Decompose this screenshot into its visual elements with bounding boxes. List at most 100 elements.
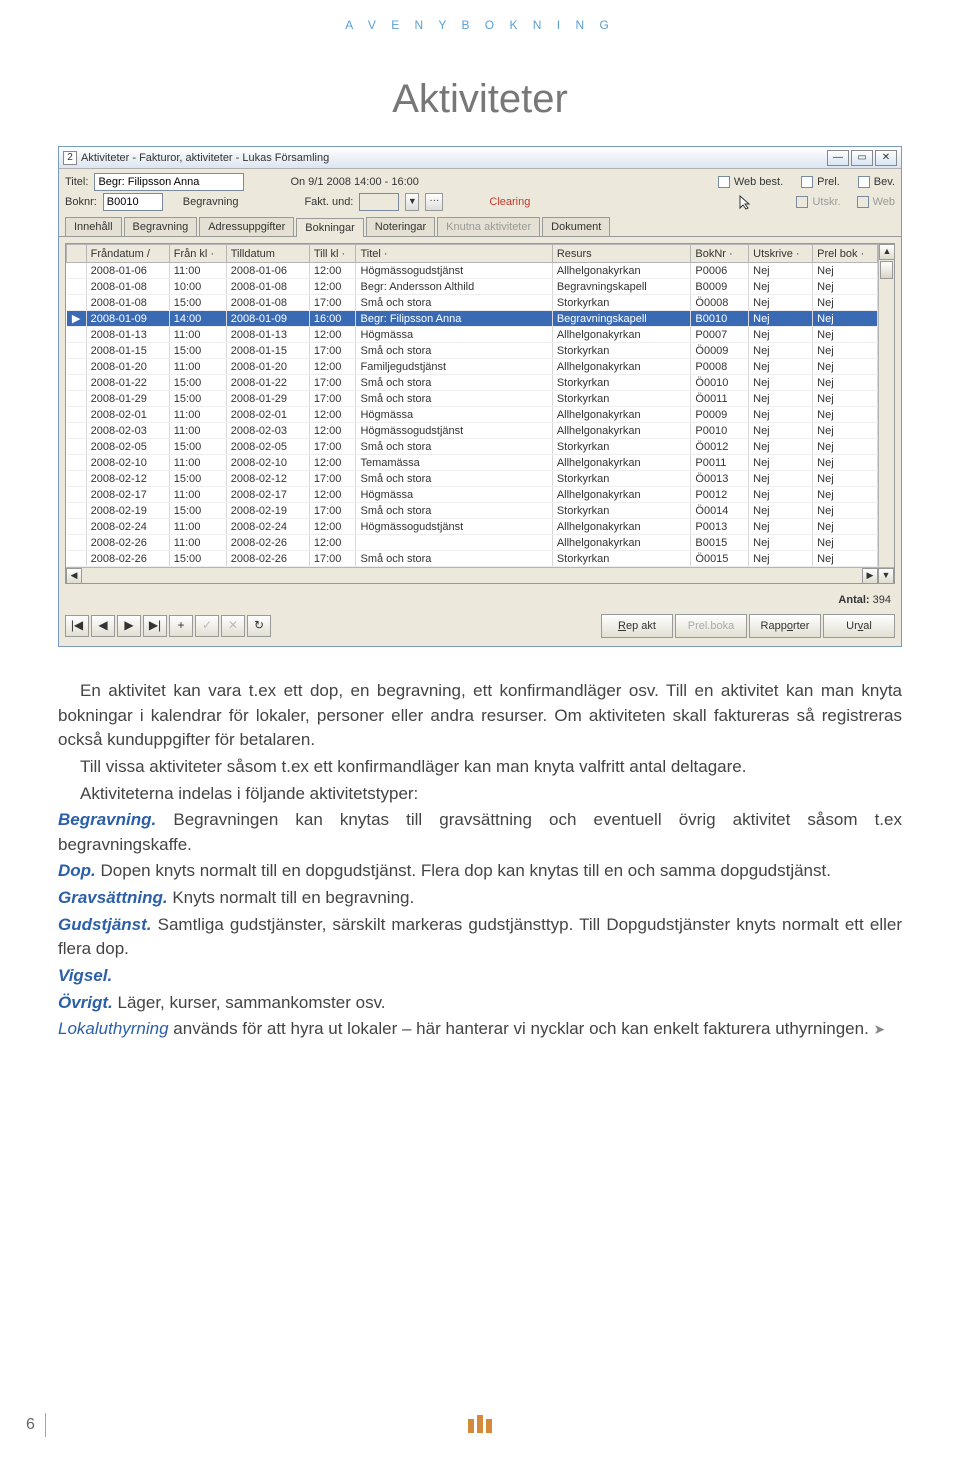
table-row[interactable]: 2008-02-2615:002008-02-2617:00Små och st…: [67, 551, 878, 567]
utskr-checkbox: [796, 196, 808, 208]
nav-refresh[interactable]: ↻: [247, 615, 271, 637]
app-window: 2 Aktiviteter - Fakturor, aktiviteter - …: [58, 146, 902, 647]
web-checkbox: [857, 196, 869, 208]
table-row[interactable]: 2008-02-1915:002008-02-1917:00Små och st…: [67, 503, 878, 519]
footer-divider: [45, 1413, 46, 1437]
table-row[interactable]: 2008-02-0111:002008-02-0112:00HögmässaAl…: [67, 407, 878, 423]
table-row[interactable]: 2008-02-0515:002008-02-0517:00Små och st…: [67, 439, 878, 455]
tab-innehåll[interactable]: Innehåll: [65, 217, 122, 236]
web-label: Web: [873, 196, 895, 208]
nav-last[interactable]: ▶|: [143, 615, 167, 637]
titel-label: Titel:: [65, 176, 88, 188]
webbest-checkbox[interactable]: [718, 176, 730, 188]
urval-button[interactable]: Urval: [823, 614, 895, 638]
maximize-button[interactable]: ▭: [851, 150, 873, 166]
column-header[interactable]: BokNr ·: [691, 245, 749, 263]
table-row[interactable]: 2008-02-1711:002008-02-1712:00HögmässaAl…: [67, 487, 878, 503]
window-title: Aktiviteter - Fakturor, aktiviteter - Lu…: [81, 152, 827, 164]
boknr-text: Begravning: [183, 196, 239, 208]
table-row[interactable]: 2008-02-2611:002008-02-2612:00Allhelgona…: [67, 535, 878, 551]
column-header[interactable]: Från kl ·: [169, 245, 226, 263]
data-grid: Fråndatum /Från kl ·TilldatumTill kl ·Ti…: [65, 243, 895, 584]
utskr-label: Utskr.: [812, 196, 840, 208]
prel-label: Prel.: [817, 176, 840, 188]
repakt-button[interactable]: Rep akt: [601, 614, 673, 638]
table-row[interactable]: 2008-01-2011:002008-01-2012:00Familjegud…: [67, 359, 878, 375]
page-header: A V E N Y B O K N I N G: [0, 0, 960, 32]
tab-knutna-aktiviteter: Knutna aktiviteter: [437, 217, 540, 236]
table-row[interactable]: 2008-01-1515:002008-01-1517:00Små och st…: [67, 343, 878, 359]
clearing-label: Clearing: [489, 196, 530, 208]
logo-icon: [466, 1413, 494, 1437]
term: Vigsel.: [58, 966, 112, 985]
nav-first[interactable]: |◀: [65, 615, 89, 637]
table-row[interactable]: 2008-01-2915:002008-01-2917:00Små och st…: [67, 391, 878, 407]
paragraph: Aktiviteterna indelas i följande aktivit…: [58, 782, 902, 807]
rapporter-button[interactable]: Rapporter: [749, 614, 821, 638]
paragraph: Till vissa aktiviteter såsom t.ex ett ko…: [58, 755, 902, 780]
tab-bokningar[interactable]: Bokningar: [296, 218, 364, 237]
date-label: On 9/1 2008 14:00 - 16:00: [290, 176, 418, 188]
webbest-label: Web best.: [734, 176, 783, 188]
tab-dokument[interactable]: Dokument: [542, 217, 610, 236]
table-row[interactable]: 2008-02-2411:002008-02-2412:00Högmässogu…: [67, 519, 878, 535]
table-row[interactable]: 2008-01-0810:002008-01-0812:00Begr: Ande…: [67, 279, 878, 295]
horizontal-scrollbar[interactable]: ◀ ▶ ▼: [66, 567, 894, 583]
arrow-icon: ➤: [874, 1021, 886, 1037]
term: Gravsättning.: [58, 888, 168, 907]
scroll-right-button[interactable]: ▶: [862, 568, 878, 584]
faktund-input[interactable]: [359, 193, 399, 211]
table-row[interactable]: 2008-01-0815:002008-01-0817:00Små och st…: [67, 295, 878, 311]
titel-input[interactable]: [94, 173, 244, 191]
column-header[interactable]: Prel bok ·: [813, 245, 878, 263]
column-header[interactable]: Titel ·: [356, 245, 552, 263]
faktund-dropdown[interactable]: ▼: [405, 193, 419, 211]
page-number: 6: [26, 1416, 35, 1434]
table-row[interactable]: 2008-02-0311:002008-02-0312:00Högmässogu…: [67, 423, 878, 439]
close-button[interactable]: ✕: [875, 150, 897, 166]
paragraph: En aktivitet kan vara t.ex ett dop, en b…: [58, 679, 902, 753]
nav-delete: ✕: [221, 615, 245, 637]
column-header[interactable]: Till kl ·: [309, 245, 356, 263]
bookings-table[interactable]: Fråndatum /Från kl ·TilldatumTill kl ·Ti…: [66, 244, 878, 567]
column-header[interactable]: Tilldatum: [226, 245, 309, 263]
table-row[interactable]: 2008-02-1215:002008-02-1217:00Små och st…: [67, 471, 878, 487]
scroll-left-button[interactable]: ◀: [66, 568, 82, 584]
term: Gudstjänst.: [58, 915, 152, 934]
bev-label: Bev.: [874, 176, 895, 188]
navigator-bar: |◀ ◀ ▶ ▶| + ✓ ✕ ↻ Rep akt Prel.boka Rapp…: [59, 610, 901, 646]
minimize-button[interactable]: ―: [827, 150, 849, 166]
scroll-thumb[interactable]: [880, 261, 893, 279]
page-title: Aktiviteter: [0, 77, 960, 122]
table-row[interactable]: ▶2008-01-0914:002008-01-0916:00Begr: Fil…: [67, 311, 878, 327]
nav-prev[interactable]: ◀: [91, 615, 115, 637]
term: Övrigt.: [58, 993, 113, 1012]
table-row[interactable]: 2008-01-1311:002008-01-1312:00HögmässaAl…: [67, 327, 878, 343]
column-header[interactable]: Resurs: [552, 245, 691, 263]
window-icon: 2: [63, 151, 77, 165]
cursor-icon: [738, 194, 754, 210]
vertical-scrollbar[interactable]: ▲: [878, 244, 894, 567]
table-row[interactable]: 2008-01-0611:002008-01-0612:00Högmässogu…: [67, 263, 878, 279]
faktund-label: Fakt. und:: [304, 196, 353, 208]
scroll-down-button[interactable]: ▼: [878, 568, 894, 584]
column-header[interactable]: Fråndatum /: [86, 245, 169, 263]
prel-checkbox[interactable]: [801, 176, 813, 188]
nav-add[interactable]: +: [169, 615, 193, 637]
boknr-label: Boknr:: [65, 196, 97, 208]
tab-adressuppgifter[interactable]: Adressuppgifter: [199, 217, 294, 236]
term: Begravning.: [58, 810, 156, 829]
tabs: InnehållBegravningAdressuppgifterBokning…: [59, 217, 901, 237]
nav-confirm: ✓: [195, 615, 219, 637]
tab-noteringar[interactable]: Noteringar: [366, 217, 435, 236]
scroll-up-button[interactable]: ▲: [879, 244, 895, 260]
table-row[interactable]: 2008-02-1011:002008-02-1012:00TemamässaA…: [67, 455, 878, 471]
column-header[interactable]: Utskrive ·: [749, 245, 813, 263]
nav-next[interactable]: ▶: [117, 615, 141, 637]
bev-checkbox[interactable]: [858, 176, 870, 188]
table-row[interactable]: 2008-01-2215:002008-01-2217:00Små och st…: [67, 375, 878, 391]
faktund-browse[interactable]: ···: [425, 193, 443, 211]
boknr-input[interactable]: [103, 193, 163, 211]
window-titlebar: 2 Aktiviteter - Fakturor, aktiviteter - …: [59, 147, 901, 169]
tab-begravning[interactable]: Begravning: [124, 217, 198, 236]
